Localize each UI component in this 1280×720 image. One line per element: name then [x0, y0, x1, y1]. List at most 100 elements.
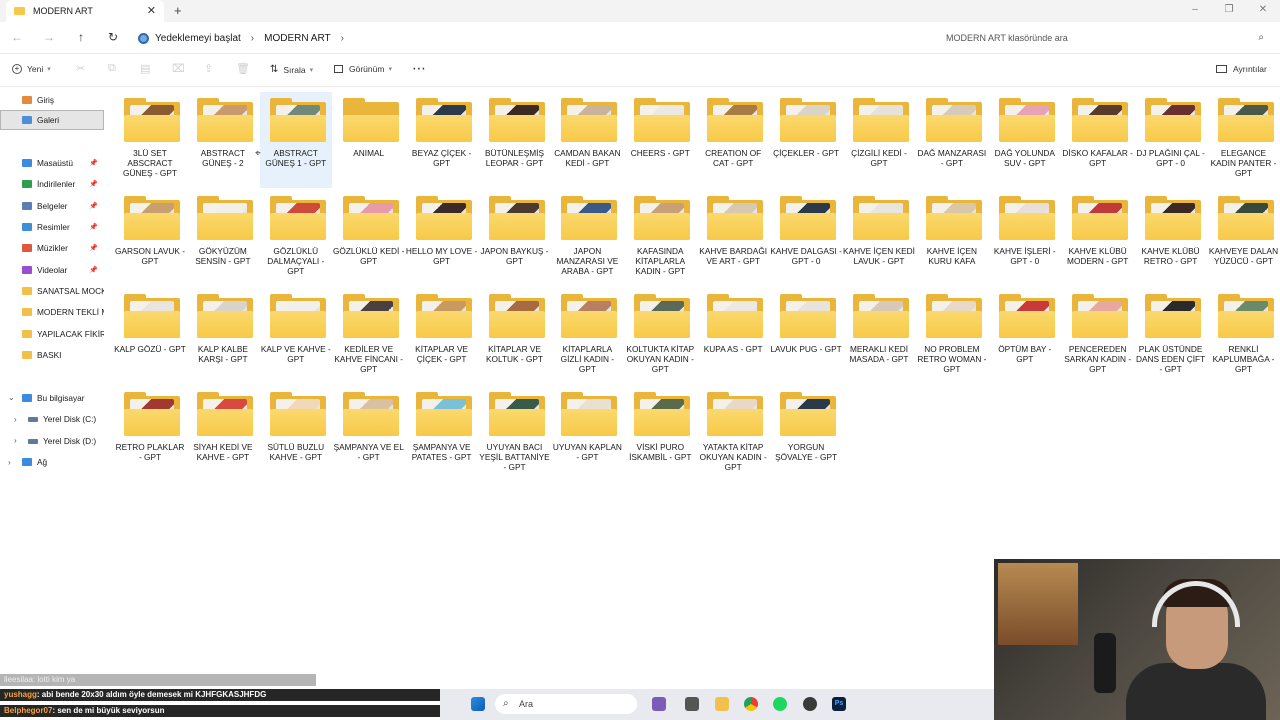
- folder-item[interactable]: KAHVE KLÜBÜ RETRO - GPT: [1135, 190, 1207, 286]
- chrome-icon[interactable]: [744, 697, 758, 711]
- folder-item[interactable]: KOLTUKTA KİTAP OKUYAN KADIN - GPT: [624, 288, 696, 384]
- folder-item[interactable]: RENKLİ KAPLUMBAĞA - GPT: [1208, 288, 1280, 384]
- folder-item[interactable]: ÇİÇEKLER - GPT: [770, 92, 842, 188]
- sidebar-item-home[interactable]: Giriş: [0, 90, 104, 110]
- pin-icon[interactable]: 📌: [89, 223, 98, 231]
- folder-item[interactable]: LAVUK PUG - GPT: [770, 288, 842, 384]
- folder-item[interactable]: CAMDAN BAKAN KEDİ - GPT: [551, 92, 623, 188]
- folder-item[interactable]: KAFASINDA KİTAPLARLA KADIN - GPT: [624, 190, 696, 286]
- sidebar-item-network[interactable]: Ağ: [0, 452, 104, 472]
- folder-item[interactable]: BÜTÜNLEŞMİŞ LEOPAR - GPT: [479, 92, 551, 188]
- folder-item[interactable]: KALP VE KAHVE - GPT: [260, 288, 332, 384]
- folder-item[interactable]: BEYAZ ÇİÇEK - GPT: [406, 92, 478, 188]
- widget-icon[interactable]: [652, 697, 666, 711]
- folder-item[interactable]: KAHVEYE DALAN YÜZÜCÜ - GPT: [1208, 190, 1280, 286]
- folder-item[interactable]: DAĞ YOLUNDA SUV - GPT: [989, 92, 1061, 188]
- delete-icon[interactable]: 🗑: [236, 62, 250, 75]
- sort-button[interactable]: ⇅ Sırala ▾: [270, 64, 313, 75]
- folder-item[interactable]: CREATION OF CAT - GPT: [697, 92, 769, 188]
- folder-item[interactable]: ŞAMPANYA VE EL - GPT: [333, 386, 405, 482]
- folder-item[interactable]: DAĞ MANZARASI - GPT: [916, 92, 988, 188]
- paste-icon[interactable]: ▤: [140, 62, 150, 75]
- up-button[interactable]: ↑: [72, 30, 90, 44]
- folder-item[interactable]: KEDİLER VE KAHVE FİNCANI - GPT: [333, 288, 405, 384]
- sidebar-item-modern-tekli[interactable]: MODERN TEKLİ MC: [0, 302, 104, 322]
- start-icon[interactable]: [471, 697, 485, 711]
- sidebar-item-baski[interactable]: BASKI: [0, 345, 104, 365]
- sidebar-item-this-pc[interactable]: Bu bilgisayar: [0, 388, 104, 408]
- forward-button[interactable]: →: [40, 30, 58, 44]
- sidebar-item-gallery[interactable]: Galeri: [0, 110, 104, 130]
- folder-item[interactable]: SİYAH KEDİ VE KAHVE - GPT: [187, 386, 259, 482]
- folder-item[interactable]: GÖZLÜKLÜ DALMAÇYALI - GPT: [260, 190, 332, 286]
- pin-icon[interactable]: 📌: [89, 266, 98, 274]
- folder-item[interactable]: 3LÜ SET ABSCRACT GÜNEŞ - GPT: [114, 92, 186, 188]
- sidebar-item-disk-d[interactable]: Yerel Disk (D:): [0, 431, 104, 451]
- folder-item[interactable]: JAPON MANZARASI VE ARABA - GPT: [551, 190, 623, 286]
- breadcrumb-chevron-icon[interactable]: ›: [251, 33, 254, 44]
- folder-item[interactable]: RETRO PLAKLAR - GPT: [114, 386, 186, 482]
- folder-item[interactable]: KİTAPLARLA GİZLİ KADIN - GPT: [551, 288, 623, 384]
- tab-modern-art[interactable]: MODERN ART ✕: [6, 0, 164, 22]
- folder-item[interactable]: ÇİZGİLİ KEDİ - GPT: [843, 92, 915, 188]
- folder-item[interactable]: KAHVE İÇEN KURU KAFA: [916, 190, 988, 286]
- folder-item[interactable]: KAHVE İŞLERİ - GPT - 0: [989, 190, 1061, 286]
- folder-item[interactable]: KAHVE DALGASI - GPT - 0: [770, 190, 842, 286]
- breadcrumb-chevron-icon[interactable]: ›: [341, 33, 344, 44]
- back-button[interactable]: ←: [8, 30, 26, 44]
- folder-item[interactable]: KUPA AS - GPT: [697, 288, 769, 384]
- pin-icon[interactable]: 📌: [89, 180, 98, 188]
- folder-item[interactable]: SÜTLÜ BUZLU KAHVE - GPT: [260, 386, 332, 482]
- folder-item[interactable]: VİSKİ PURO İSKAMBİL - GPT: [624, 386, 696, 482]
- folder-item[interactable]: ABSTRACT GÜNEŞ 1 - GPT: [259, 92, 332, 188]
- folder-item[interactable]: ŞAMPANYA VE PATATES - GPT: [406, 386, 478, 482]
- folder-item[interactable]: ÖPTÜM BAY - GPT: [989, 288, 1061, 384]
- close-button[interactable]: ✕: [1246, 0, 1280, 22]
- pin-icon[interactable]: 📌: [89, 159, 98, 167]
- obs-icon[interactable]: [803, 697, 817, 711]
- folder-item[interactable]: MERAKLI KEDİ MASADA - GPT: [843, 288, 915, 384]
- sidebar-item-disk-c[interactable]: Yerel Disk (C:): [0, 409, 104, 429]
- folder-item[interactable]: ELEGANCE KADIN PANTER - GPT: [1208, 92, 1280, 188]
- new-button[interactable]: + Yeni ▾: [12, 64, 51, 74]
- details-button[interactable]: Ayrıntılar: [1216, 64, 1267, 74]
- file-explorer-icon[interactable]: [715, 697, 729, 711]
- pin-icon[interactable]: 📌: [89, 244, 98, 252]
- restore-button[interactable]: ❐: [1212, 0, 1246, 22]
- search-icon[interactable]: ⌕: [1258, 27, 1264, 49]
- taskbar-search[interactable]: ⌕ Ara: [495, 694, 637, 714]
- folder-item[interactable]: KİTAPLAR VE ÇİÇEK - GPT: [406, 288, 478, 384]
- sidebar-item-music[interactable]: Müzikler 📌: [0, 238, 104, 258]
- folder-item[interactable]: KAHVE KLÜBÜ MODERN - GPT: [1062, 190, 1134, 286]
- folder-item[interactable]: NO PROBLEM RETRO WOMAN - GPT: [916, 288, 988, 384]
- close-tab-icon[interactable]: ✕: [147, 4, 156, 17]
- folder-item[interactable]: KALP GÖZÜ - GPT: [114, 288, 186, 384]
- breadcrumb-current[interactable]: MODERN ART: [264, 33, 331, 44]
- folder-item[interactable]: PLAK ÜSTÜNDE DANS EDEN ÇİFT - GPT: [1135, 288, 1207, 384]
- folder-item[interactable]: GARSON LAVUK - GPT: [114, 190, 186, 286]
- copy-icon[interactable]: ⧉: [108, 62, 116, 75]
- folder-item[interactable]: PENCEREDEN SARKAN KADIN - GPT: [1062, 288, 1134, 384]
- sidebar-item-yapilacak[interactable]: YAPILACAK FİKİRLE: [0, 324, 104, 344]
- folder-item[interactable]: GÖZLÜKLÜ KEDİ - GPT: [333, 190, 405, 286]
- folder-item[interactable]: ABSTRACT GÜNEŞ - 2: [187, 92, 259, 188]
- spotify-icon[interactable]: [773, 697, 787, 711]
- folder-item[interactable]: KAHVE BARDAĞI VE ART - GPT: [697, 190, 769, 286]
- folder-item[interactable]: GÖKYÜZÜM SENSİN - GPT: [187, 190, 259, 286]
- folder-item[interactable]: KİTAPLAR VE KOLTUK - GPT: [479, 288, 551, 384]
- new-tab-button[interactable]: +: [174, 3, 182, 18]
- rename-icon[interactable]: ⌧: [172, 62, 185, 75]
- folder-item[interactable]: KAHVE İÇEN KEDİ LAVUK - GPT: [843, 190, 915, 286]
- folder-item[interactable]: UYUYAN KAPLAN - GPT: [551, 386, 623, 482]
- photoshop-icon[interactable]: Ps: [832, 697, 846, 711]
- folder-item[interactable]: DİSKO KAFALAR - GPT: [1062, 92, 1134, 188]
- task-view-icon[interactable]: [685, 697, 699, 711]
- folder-item[interactable]: UYUYAN BACI YEŞİL BATTANİYE - GPT: [479, 386, 551, 482]
- sidebar-item-downloads[interactable]: İndirilenler 📌: [0, 174, 104, 194]
- view-button[interactable]: Görünüm ▾: [334, 64, 392, 74]
- more-options-icon[interactable]: ⋯: [412, 60, 426, 77]
- cut-icon[interactable]: ✂: [76, 62, 85, 75]
- sidebar-item-documents[interactable]: Belgeler 📌: [0, 196, 104, 216]
- share-icon[interactable]: ⇪: [204, 62, 213, 75]
- folder-item[interactable]: ANIMAL: [333, 92, 405, 188]
